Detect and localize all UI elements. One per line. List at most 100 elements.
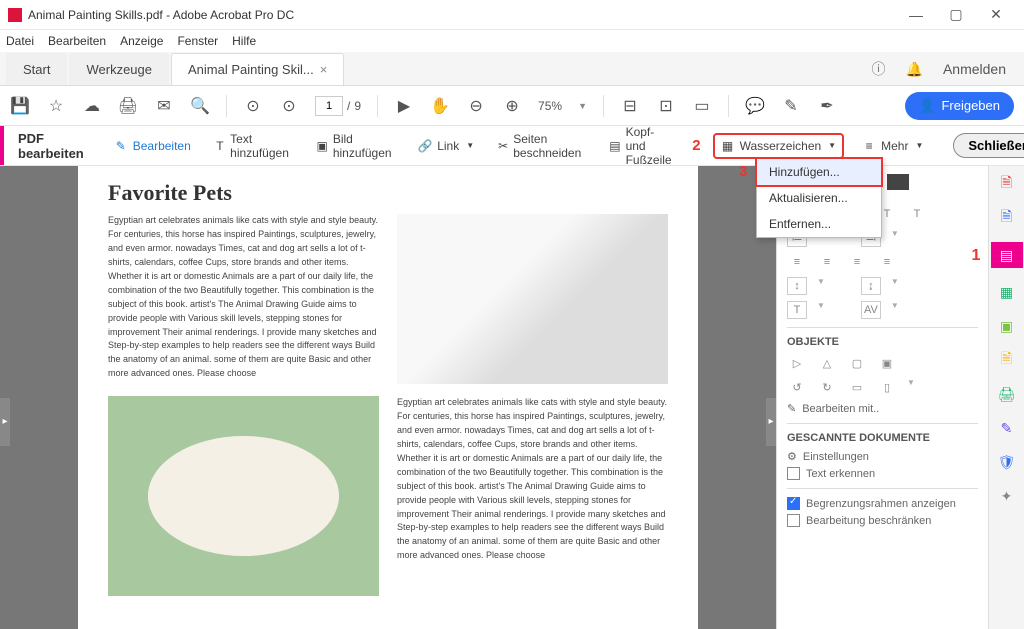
tab-document[interactable]: Animal Painting Skil... ×	[171, 53, 344, 85]
dropdown-update[interactable]: Aktualisieren...	[757, 185, 881, 211]
line-spacing-icon[interactable]: ↕	[787, 277, 807, 295]
read-mode-icon[interactable]: ▭	[692, 96, 712, 116]
page-down-icon[interactable]: ⊙	[279, 96, 299, 116]
annotation-1: 1	[972, 247, 981, 265]
menu-view[interactable]: Anzeige	[120, 34, 163, 48]
flip-horizontal-icon[interactable]: △	[817, 354, 837, 372]
align-center-icon[interactable]: ≡	[817, 253, 837, 271]
link-button[interactable]: 🔗Link▼	[412, 135, 480, 157]
rail-organize-icon[interactable]: ▦	[997, 282, 1017, 302]
align-right-icon[interactable]: ≡	[847, 253, 867, 271]
rotate-cw-icon[interactable]: ↻	[817, 378, 837, 396]
rail-comment-icon[interactable]: 🗎	[997, 350, 1017, 370]
rotate-ccw-icon[interactable]: ↺	[787, 378, 807, 396]
checkbox-icon[interactable]	[787, 467, 800, 480]
page-indicator: / 9	[315, 96, 361, 116]
subscript-icon[interactable]: T	[907, 205, 927, 223]
comment-icon[interactable]: 💬	[745, 96, 765, 116]
rail-export-icon[interactable]: 🗎	[997, 208, 1017, 228]
share-button[interactable]: 👤 Freigeben	[905, 92, 1014, 120]
chevron-down-icon[interactable]: ▼	[578, 101, 587, 111]
settings-button[interactable]: ⚙Einstellungen	[787, 450, 978, 463]
document-area[interactable]: ▸ Favorite Pets Egyptian art celebrates …	[0, 166, 776, 629]
mail-icon[interactable]: ✉	[154, 96, 174, 116]
add-text-button[interactable]: TText hinzufügen	[209, 128, 299, 164]
replace-image-icon[interactable]: ▣	[877, 354, 897, 372]
rail-edit-pdf-icon[interactable]: 1▤	[991, 242, 1023, 268]
page-input[interactable]	[315, 96, 343, 116]
signin-link[interactable]: Anmelden	[943, 61, 1006, 77]
menu-window[interactable]: Fenster	[177, 34, 218, 48]
hand-icon[interactable]: ✋	[430, 96, 450, 116]
paragraph-spacing-icon[interactable]: ↨	[861, 277, 881, 295]
edit-pdf-title: PDF bearbeiten	[18, 131, 84, 161]
pdf-icon	[8, 8, 22, 22]
print-icon[interactable]: 🖨	[118, 96, 138, 116]
more-button[interactable]: ≡Mehr▼	[856, 135, 929, 157]
close-tab-icon[interactable]: ×	[320, 62, 328, 77]
edit-with-button[interactable]: ✎Bearbeiten mit..	[787, 402, 978, 415]
rail-scan-icon[interactable]: 🖨	[997, 384, 1017, 404]
cloud-icon[interactable]: ☁	[82, 96, 102, 116]
crop-pages-button[interactable]: ✂Seiten beschneiden	[492, 128, 591, 164]
edit-button[interactable]: ✎Bearbeiten	[108, 135, 197, 157]
zoom-level[interactable]: 75%	[538, 99, 562, 113]
rail-sign-icon[interactable]: ✎	[997, 418, 1017, 438]
save-icon[interactable]: 💾	[10, 96, 30, 116]
char-spacing-icon[interactable]: AV	[861, 301, 881, 319]
maximize-button[interactable]: ▢	[936, 1, 976, 29]
pointer-icon[interactable]: ▶	[394, 96, 414, 116]
menu-edit[interactable]: Bearbeiten	[48, 34, 106, 48]
rail-more-tools-icon[interactable]: ✦	[997, 486, 1017, 506]
bell-icon[interactable]: 🔔	[906, 61, 923, 78]
fit-page-icon[interactable]: ⊡	[656, 96, 676, 116]
align-justify-icon[interactable]: ≡	[877, 253, 897, 271]
rail-protect-icon[interactable]: 🛡	[997, 452, 1017, 472]
tab-start[interactable]: Start	[6, 53, 67, 85]
separator	[728, 95, 729, 117]
align-objects-icon[interactable]: ▯	[877, 378, 897, 396]
add-image-button[interactable]: ▣Bild hinzufügen	[311, 128, 401, 164]
watermark-button[interactable]: ▦Wasserzeichen▼	[713, 133, 845, 159]
align-left-icon[interactable]: ≡	[787, 253, 807, 271]
highlight-icon[interactable]: ✎	[781, 96, 801, 116]
expand-right-icon[interactable]: ▸	[766, 398, 776, 446]
checkbox-icon[interactable]	[787, 514, 800, 527]
help-icon[interactable]: ⓘ	[872, 59, 886, 79]
show-bounds-row[interactable]: Begrenzungsrahmen anzeigen	[787, 497, 978, 510]
main-toolbar: 💾 ☆ ☁ 🖨 ✉ 🔍 ⊙ ⊙ / 9 ▶ ✋ ⊖ ⊕ 75% ▼ ⊟ ⊡ ▭ …	[0, 86, 1024, 126]
horizontal-scale-icon[interactable]: T	[787, 301, 807, 319]
ocr-checkbox-row[interactable]: Text erkennen	[787, 467, 978, 480]
color-swatch[interactable]	[887, 174, 909, 190]
star-icon[interactable]: ☆	[46, 96, 66, 116]
accent-bar	[0, 126, 4, 165]
page-up-icon[interactable]: ⊙	[243, 96, 263, 116]
flip-vertical-icon[interactable]: ▷	[787, 354, 807, 372]
checkbox-checked-icon[interactable]	[787, 497, 800, 510]
arrange-icon[interactable]: ▭	[847, 378, 867, 396]
tab-tools[interactable]: Werkzeuge	[69, 53, 169, 85]
dropdown-add[interactable]: Hinzufügen...	[755, 157, 883, 187]
menu-bar: Datei Bearbeiten Anzeige Fenster Hilfe	[0, 30, 1024, 52]
minimize-button[interactable]: —	[896, 1, 936, 29]
zoom-in-icon[interactable]: ⊕	[502, 96, 522, 116]
crop-object-icon[interactable]: ▢	[847, 354, 867, 372]
dropdown-remove[interactable]: Entfernen...	[757, 211, 881, 237]
search-icon[interactable]: 🔍	[190, 96, 210, 116]
document-tabs: Start Werkzeuge Animal Painting Skil... …	[0, 52, 1024, 86]
menu-file[interactable]: Datei	[6, 34, 34, 48]
doc-text-col2: Egyptian art celebrates animals like cat…	[397, 396, 668, 596]
rail-combine-icon[interactable]: ▣	[997, 316, 1017, 336]
zoom-out-icon[interactable]: ⊖	[466, 96, 486, 116]
close-window-button[interactable]: ✕	[976, 1, 1016, 29]
rail-create-pdf-icon[interactable]: 🗎	[997, 174, 1017, 194]
header-footer-button[interactable]: ▤Kopf- und Fußzeile	[603, 121, 680, 171]
menu-help[interactable]: Hilfe	[232, 34, 256, 48]
sign-icon[interactable]: ✒	[817, 96, 837, 116]
fit-width-icon[interactable]: ⊟	[620, 96, 640, 116]
separator	[377, 95, 378, 117]
close-editbar-button[interactable]: Schließen	[953, 133, 1024, 158]
expand-left-icon[interactable]: ▸	[0, 398, 10, 446]
restrict-edit-row[interactable]: Bearbeitung beschränken	[787, 514, 978, 527]
chevron-down-icon: ▼	[828, 141, 836, 150]
